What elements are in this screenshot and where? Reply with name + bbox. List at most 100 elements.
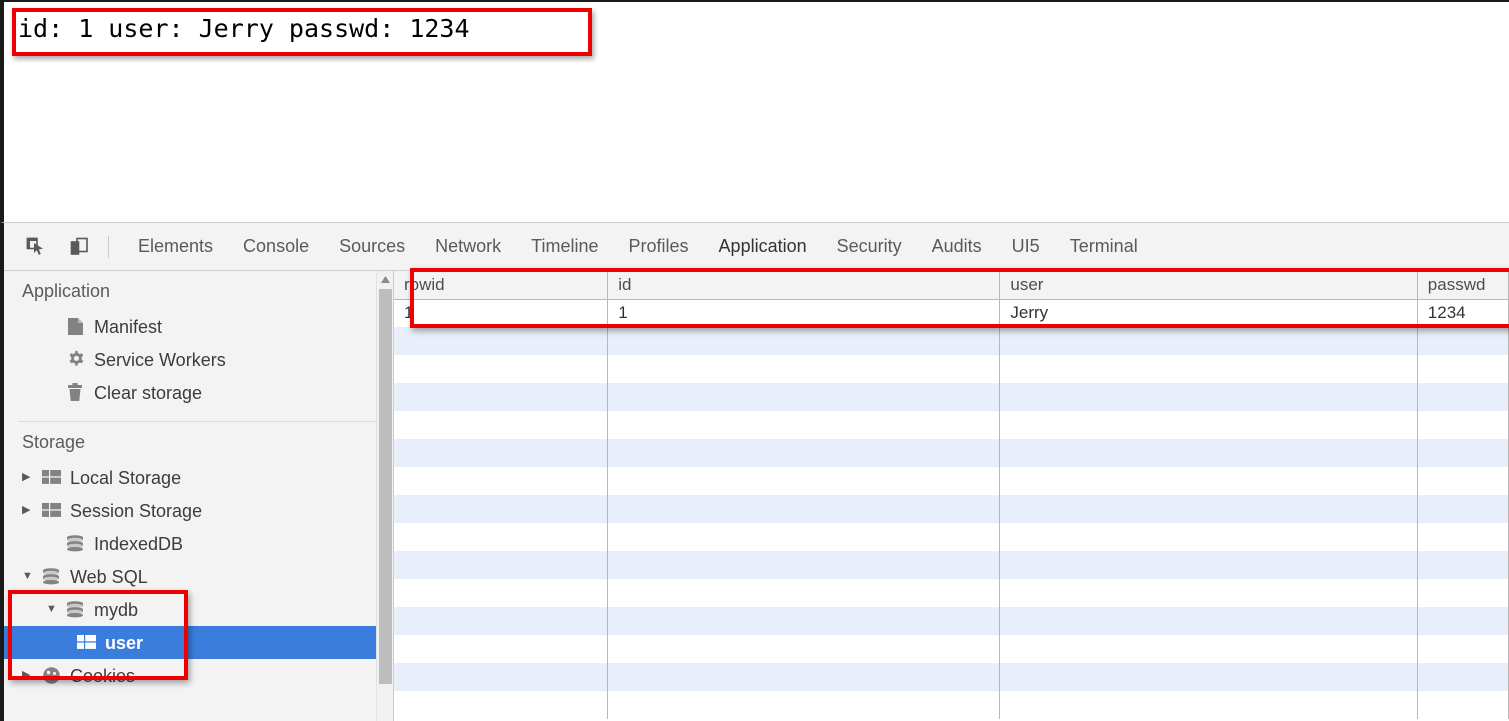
table-icon — [39, 501, 63, 521]
devtools-panel: Elements Console Sources Network Timelin… — [0, 222, 1509, 721]
column-header-id[interactable]: id — [607, 271, 1001, 300]
empty-cell — [1417, 411, 1509, 439]
empty-cell — [999, 607, 1418, 635]
empty-cell — [394, 523, 609, 551]
empty-cell — [1417, 467, 1509, 495]
sidebar-item-label: Local Storage — [70, 467, 182, 488]
empty-cell — [394, 551, 609, 579]
chevron-placeholder: ▶ — [46, 321, 60, 332]
sidebar-item-label: IndexedDB — [94, 533, 184, 554]
chevron-right-icon[interactable]: ▶ — [22, 472, 36, 483]
empty-cell — [394, 663, 609, 691]
table-icon — [39, 468, 63, 488]
empty-cell — [394, 635, 609, 663]
cell-rowid[interactable]: 1 — [394, 299, 609, 327]
empty-cell — [999, 467, 1418, 495]
chevron-placeholder: ▶ — [46, 354, 60, 365]
chevron-down-icon[interactable]: ▼ — [22, 571, 36, 582]
sidebar-item-service-workers[interactable]: ▶ Service Workers — [4, 343, 393, 376]
chevron-right-icon[interactable]: ▶ — [22, 505, 36, 516]
table-empty-row — [394, 495, 1509, 523]
chevron-right-icon[interactable]: ▶ — [22, 670, 36, 681]
gear-icon — [63, 350, 87, 370]
table-row[interactable]: 1 1 Jerry 1234 — [394, 299, 1509, 327]
sidebar-item-label: Service Workers — [94, 349, 226, 370]
sidebar-item-user[interactable]: user — [4, 626, 393, 659]
table-empty-row — [394, 411, 1509, 439]
empty-cell — [607, 411, 1001, 439]
empty-cell — [999, 383, 1418, 411]
highlight-box-page-output — [12, 8, 592, 56]
table-empty-row — [394, 691, 1509, 719]
sidebar-item-web-sql[interactable]: ▼ Web SQL — [4, 560, 393, 593]
websql-data-grid[interactable]: rowid id user passwd 1 1 Jerry 1234 — [394, 271, 1509, 721]
empty-cell — [394, 411, 609, 439]
data-table: rowid id user passwd 1 1 Jerry 1234 — [394, 271, 1509, 719]
tab-elements[interactable]: Elements — [123, 223, 228, 271]
cookie-icon — [39, 666, 63, 686]
empty-cell — [607, 439, 1001, 467]
empty-cell — [607, 551, 1001, 579]
empty-cell — [999, 439, 1418, 467]
column-header-passwd[interactable]: passwd — [1417, 271, 1509, 300]
sidebar-item-indexeddb[interactable]: ▶ IndexedDB — [4, 527, 393, 560]
column-header-user[interactable]: user — [999, 271, 1418, 300]
scroll-up-arrow-icon[interactable] — [377, 271, 393, 288]
cell-user[interactable]: Jerry — [999, 299, 1418, 327]
empty-cell — [1417, 607, 1509, 635]
empty-cell — [607, 607, 1001, 635]
sidebar-item-cookies[interactable]: ▶ Cookies — [4, 659, 393, 692]
empty-cell — [394, 327, 609, 355]
table-header-row: rowid id user passwd — [394, 271, 1509, 300]
empty-cell — [607, 523, 1001, 551]
sidebar-scrollbar[interactable] — [376, 271, 393, 721]
table-empty-row — [394, 663, 1509, 691]
sidebar-item-local-storage[interactable]: ▶ Local Storage — [4, 461, 393, 494]
sidebar-item-mydb[interactable]: ▼ mydb — [4, 593, 393, 626]
sidebar-section-storage-title: Storage — [22, 432, 86, 452]
sidebar-item-session-storage[interactable]: ▶ Session Storage — [4, 494, 393, 527]
empty-cell — [394, 607, 609, 635]
inspect-element-icon[interactable] — [18, 230, 52, 264]
sidebar-scrollbar-thumb[interactable] — [379, 289, 392, 684]
empty-cell — [1417, 523, 1509, 551]
tab-console[interactable]: Console — [228, 223, 324, 271]
table-empty-row — [394, 635, 1509, 663]
empty-cell — [394, 467, 609, 495]
tab-audits[interactable]: Audits — [917, 223, 997, 271]
devtools-toolbar: Elements Console Sources Network Timelin… — [4, 223, 1509, 271]
chevron-down-icon[interactable]: ▼ — [46, 604, 60, 615]
empty-cell — [607, 327, 1001, 355]
empty-cell — [1417, 355, 1509, 383]
table-icon — [74, 633, 98, 653]
empty-cell — [1417, 663, 1509, 691]
empty-cell — [999, 635, 1418, 663]
devtools-body: Application ▶ Manifest ▶ — [4, 271, 1509, 721]
empty-cell — [999, 663, 1418, 691]
tab-terminal[interactable]: Terminal — [1055, 223, 1153, 271]
cell-id[interactable]: 1 — [607, 299, 1001, 327]
empty-cell — [607, 383, 1001, 411]
tab-application[interactable]: Application — [704, 223, 822, 271]
empty-cell — [1417, 551, 1509, 579]
empty-cell — [607, 495, 1001, 523]
empty-cell — [607, 467, 1001, 495]
tab-network[interactable]: Network — [420, 223, 516, 271]
cell-passwd[interactable]: 1234 — [1417, 299, 1509, 327]
tab-profiles[interactable]: Profiles — [614, 223, 704, 271]
table-empty-row — [394, 523, 1509, 551]
tab-timeline[interactable]: Timeline — [516, 223, 613, 271]
table-empty-row — [394, 607, 1509, 635]
column-header-rowid[interactable]: rowid — [394, 271, 609, 300]
sidebar-item-manifest[interactable]: ▶ Manifest — [4, 310, 393, 343]
sidebar-item-label: Cookies — [70, 665, 136, 686]
tab-security[interactable]: Security — [822, 223, 917, 271]
device-toolbar-icon[interactable] — [62, 230, 96, 264]
sidebar-item-clear-storage[interactable]: ▶ Clear storage — [4, 376, 393, 409]
empty-cell — [999, 495, 1418, 523]
empty-cell — [1417, 691, 1509, 719]
empty-cell — [1417, 439, 1509, 467]
tab-ui5[interactable]: UI5 — [997, 223, 1055, 271]
document-icon — [63, 317, 87, 337]
tab-sources[interactable]: Sources — [324, 223, 420, 271]
